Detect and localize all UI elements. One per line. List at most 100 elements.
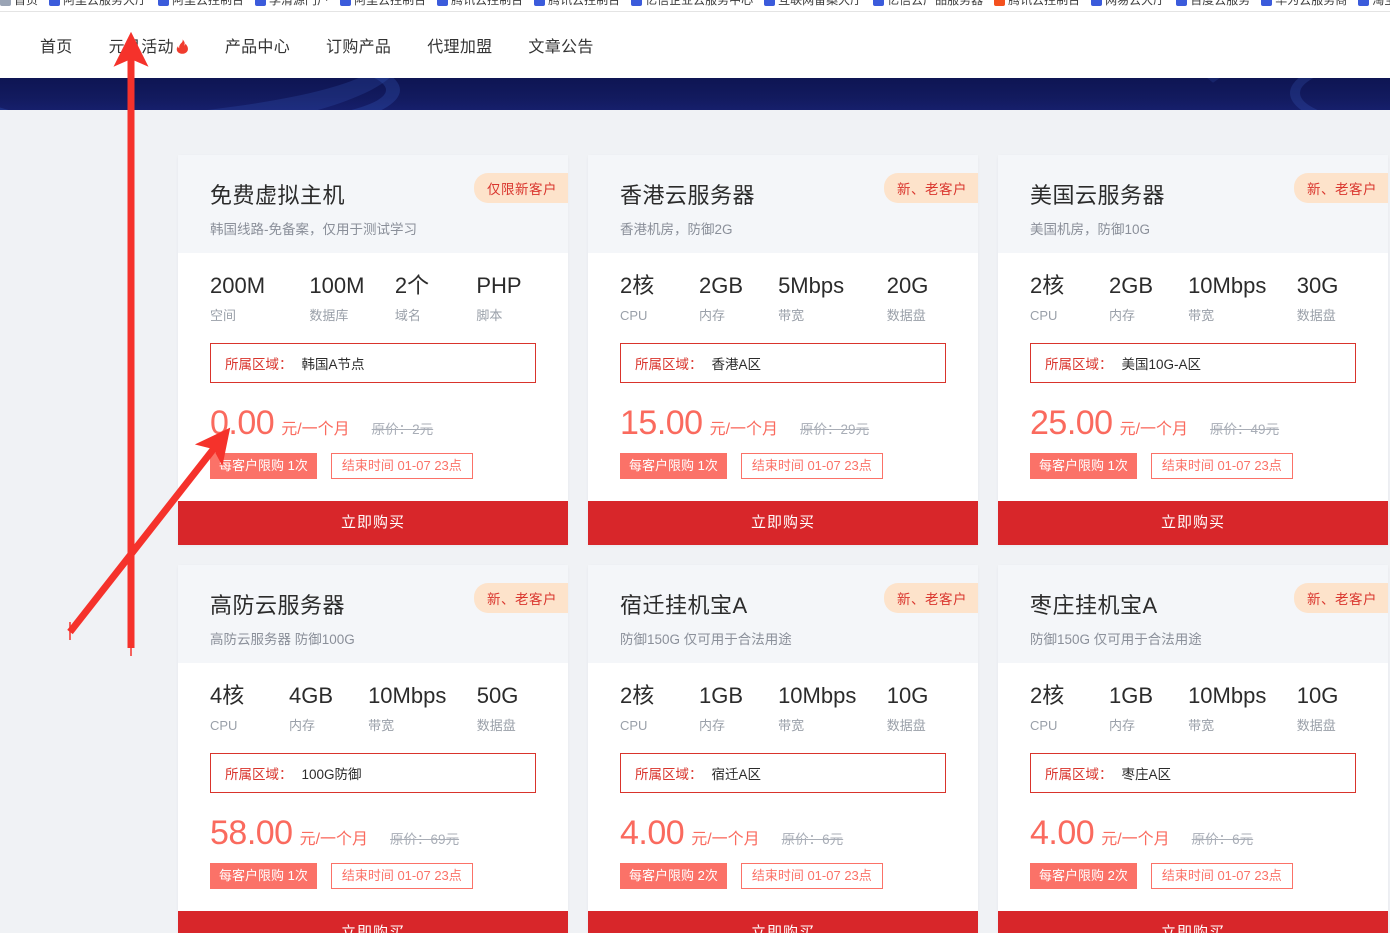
spec-value: 1GB xyxy=(699,681,778,711)
bookmark-label: 亿信企业云服务中心 xyxy=(645,0,753,9)
bookmark-item[interactable]: 腾讯云控制台 xyxy=(534,0,620,9)
original-price: 原价：49元 xyxy=(1210,418,1279,438)
tag-row: 每客户限购 2次结束时间 01-07 23点 xyxy=(1030,863,1356,911)
nav-item-label: 产品中心 xyxy=(225,39,290,56)
bookmark-item[interactable]: 亿信企业云服务中心 xyxy=(631,0,753,9)
spec-label: 内存 xyxy=(289,717,368,735)
spec-label: 带宽 xyxy=(778,307,887,325)
spec-value: 10Mbps xyxy=(368,681,477,711)
spec-label: 空间 xyxy=(210,307,309,325)
buy-now-button[interactable]: 立即购买 xyxy=(178,911,568,933)
spec-value: 10Mbps xyxy=(1188,681,1297,711)
card-header: 枣庄挂机宝A防御150G 仅可用于合法用途新、老客户 xyxy=(998,565,1388,663)
bookmark-item[interactable]: 华为云服务商 xyxy=(1261,0,1347,9)
nav-item-label: 订购产品 xyxy=(326,39,391,56)
spec-item: 2核CPU xyxy=(1030,271,1109,325)
bookmark-item[interactable]: 淘宝网-商品购物 xyxy=(1358,0,1390,9)
region-selector[interactable]: 所属区域：100G防御 xyxy=(210,753,536,793)
bookmark-item[interactable]: 互联网备案大厅 xyxy=(764,0,862,9)
bookmark-item[interactable]: 网易云大厅 xyxy=(1091,0,1165,9)
product-card: 高防云服务器高防云服务器 防御100G新、老客户4核CPU4GB内存10Mbps… xyxy=(178,565,568,933)
nav-item-label: 文章公告 xyxy=(528,39,593,56)
bookmark-label: 淘宝网-商品购物 xyxy=(1372,0,1390,9)
nav-item-4[interactable]: 订购产品 xyxy=(326,33,391,57)
spec-label: 域名 xyxy=(395,307,477,325)
flame-icon xyxy=(176,39,189,54)
region-label: 所属区域： xyxy=(225,353,293,373)
spec-item: 10Mbps 带宽 xyxy=(368,681,477,735)
spec-item: 50G数据盘 xyxy=(477,681,536,735)
bookmark-item[interactable]: 首页 xyxy=(0,0,38,9)
buy-now-button[interactable]: 立即购买 xyxy=(588,501,978,545)
nav-item-3[interactable]: 产品中心 xyxy=(225,33,290,57)
price-amount: 25.00 xyxy=(1030,403,1113,443)
spec-value: 200M xyxy=(210,271,309,301)
bookmark-label: 腾讯云控制台 xyxy=(1008,0,1080,9)
buy-now-button[interactable]: 立即购买 xyxy=(178,501,568,545)
card-subtitle: 防御150G 仅可用于合法用途 xyxy=(1030,630,1356,650)
spec-value: 10G xyxy=(1297,681,1356,711)
spec-value: 2核 xyxy=(620,271,699,301)
nav-item-1[interactable]: 首页 xyxy=(40,33,73,57)
card-subtitle: 高防云服务器 防御100G xyxy=(210,630,536,650)
bookmark-label: 腾讯云控制台 xyxy=(548,0,620,9)
spec-value: 1GB xyxy=(1109,681,1188,711)
buy-now-button[interactable]: 立即购买 xyxy=(998,501,1388,545)
bookmark-item[interactable]: 百度云服务 xyxy=(1176,0,1250,9)
nav-item-label: 代理加盟 xyxy=(427,39,492,56)
spec-value: 2核 xyxy=(1030,271,1109,301)
region-selector[interactable]: 所属区域：韩国A节点 xyxy=(210,343,536,383)
bookmark-item[interactable]: 阿里云控制台 xyxy=(158,0,244,9)
end-time-tag: 结束时间 01-07 23点 xyxy=(741,863,883,889)
spec-item: 10Mbps带宽 xyxy=(1188,681,1297,735)
customer-eligibility-badge: 新、老客户 xyxy=(1294,583,1388,613)
page-root: 首页 阿里云服务大厅 阿里云控制台 李清源门户 阿里云控制台 腾讯云控制台 腾讯云控制台 亿信… xyxy=(0,0,1390,933)
spec-item: 2核CPU xyxy=(1030,681,1109,735)
nav-item-5[interactable]: 代理加盟 xyxy=(427,33,492,57)
bookmark-label: 网易云大厅 xyxy=(1105,0,1165,9)
spec-item: 1GB 内存 xyxy=(1109,681,1188,735)
end-time-tag: 结束时间 01-07 23点 xyxy=(331,453,473,479)
region-selector[interactable]: 所属区域：枣庄A区 xyxy=(1030,753,1356,793)
browser-bookmarks-bar[interactable]: 首页 阿里云服务大厅 阿里云控制台 李清源门户 阿里云控制台 腾讯云控制台 腾讯云控制台 亿信… xyxy=(0,0,1390,12)
favicon-blue-icon xyxy=(158,0,169,6)
price-row: 4.00元/一个月原价：6元 xyxy=(620,813,946,853)
card-header: 美国云服务器美国机房，防御10G新、老客户 xyxy=(998,155,1388,253)
spec-label: 内存 xyxy=(1109,717,1188,735)
buy-now-button[interactable]: 立即购买 xyxy=(998,911,1388,933)
product-card: 美国云服务器美国机房，防御10G新、老客户2核CPU2GB内存10Mbps带宽3… xyxy=(998,155,1388,545)
favicon-orange-icon xyxy=(994,0,1005,6)
price-row: 4.00元/一个月原价：6元 xyxy=(1030,813,1356,853)
bookmark-label: 百度云服务 xyxy=(1190,0,1250,9)
region-value: 枣庄A区 xyxy=(1122,763,1172,783)
spec-label: 数据库 xyxy=(309,307,394,325)
spec-item: 2核CPU xyxy=(620,681,699,735)
bookmark-item[interactable]: 腾讯云控制台 xyxy=(437,0,523,9)
hero-banner xyxy=(0,78,1390,110)
spec-item: 4核CPU xyxy=(210,681,289,735)
spec-value: PHP xyxy=(476,271,536,301)
buy-now-button[interactable]: 立即购买 xyxy=(588,911,978,933)
bookmark-label: 阿里云控制台 xyxy=(354,0,426,9)
bookmark-item[interactable]: 亿信云产品服务器 xyxy=(873,0,983,9)
region-selector[interactable]: 所属区域：宿迁A区 xyxy=(620,753,946,793)
spec-value: 2个 xyxy=(395,271,477,301)
bookmark-item[interactable]: 腾讯云控制台 xyxy=(994,0,1080,9)
purchase-limit-tag: 每客户限购 2次 xyxy=(620,863,727,889)
nav-item-2[interactable]: 元旦活动 xyxy=(109,33,189,57)
spec-value: 2GB xyxy=(699,271,778,301)
spec-item: 10Mbps带宽 xyxy=(1188,271,1297,325)
spec-item: 100M数据库 xyxy=(309,271,394,325)
spec-label: 带宽 xyxy=(368,717,477,735)
bookmark-label: 阿里云控制台 xyxy=(172,0,244,9)
bookmark-item[interactable]: 阿里云控制台 xyxy=(340,0,426,9)
region-selector[interactable]: 所属区域：香港A区 xyxy=(620,343,946,383)
price-row: 15.00元/一个月原价：29元 xyxy=(620,403,946,443)
nav-item-6[interactable]: 文章公告 xyxy=(528,33,593,57)
bookmark-item[interactable]: 阿里云服务大厅 xyxy=(49,0,147,9)
customer-eligibility-badge: 新、老客户 xyxy=(884,173,978,203)
region-selector[interactable]: 所属区域：美国10G-A区 xyxy=(1030,343,1356,383)
spec-item: 4GB内存 xyxy=(289,681,368,735)
bookmark-item[interactable]: 李清源门户 xyxy=(255,0,329,9)
purchase-limit-tag: 每客户限购 1次 xyxy=(210,863,317,889)
